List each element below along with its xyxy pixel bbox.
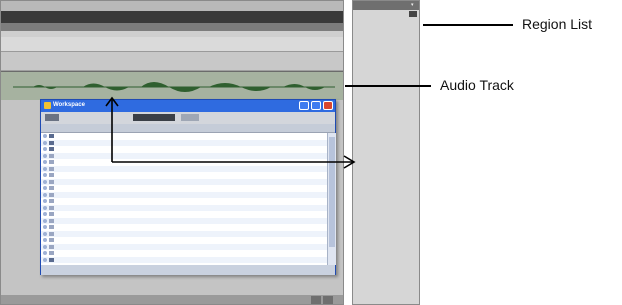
- filter-button[interactable]: [181, 114, 199, 121]
- region-list-callout-line: [423, 24, 513, 26]
- list-item[interactable]: [41, 256, 335, 263]
- region-list-header[interactable]: ▾: [353, 1, 419, 10]
- list-item[interactable]: [41, 191, 335, 198]
- selection-indicator[interactable]: [43, 173, 47, 177]
- timeline-ruler[interactable]: [1, 11, 343, 23]
- audio-file-icon: [49, 166, 54, 171]
- status-bar: [41, 265, 335, 275]
- empty-track-area: [1, 52, 343, 71]
- list-item[interactable]: [41, 152, 335, 159]
- selection-indicator[interactable]: [43, 244, 47, 249]
- selection-indicator[interactable]: [43, 251, 47, 255]
- ruler-bar: [1, 23, 343, 31]
- audio-file-icon: [49, 153, 54, 158]
- minimize-icon[interactable]: [299, 101, 309, 110]
- audio-file-icon: [49, 186, 54, 190]
- list-item[interactable]: [41, 230, 335, 237]
- menu-icon[interactable]: ▾: [411, 2, 414, 8]
- list-item[interactable]: [41, 250, 335, 256]
- list-item[interactable]: [41, 185, 335, 191]
- scrollbar-thumb[interactable]: [329, 137, 335, 247]
- horizontal-scrollbar[interactable]: [1, 295, 343, 304]
- selection-indicator[interactable]: [43, 225, 47, 229]
- selection-indicator[interactable]: [43, 205, 47, 210]
- scroll-left-button[interactable]: [311, 296, 321, 304]
- selection-indicator[interactable]: [43, 192, 47, 197]
- selection-indicator[interactable]: [43, 238, 47, 242]
- waveform-segment: [283, 84, 325, 90]
- selection-indicator[interactable]: [43, 134, 47, 138]
- window-titlebar[interactable]: Workspace: [41, 100, 335, 112]
- audio-file-icon: [49, 231, 54, 236]
- column-header: [41, 124, 335, 133]
- audio-file-icon: [49, 218, 54, 223]
- list-item[interactable]: [41, 211, 335, 217]
- audio-file-icon: [49, 192, 54, 197]
- selection-indicator[interactable]: [43, 140, 47, 145]
- waveform-segment: [141, 82, 201, 92]
- audio-file-icon: [49, 199, 54, 203]
- toolbar-strip: [1, 1, 343, 11]
- list-item[interactable]: [41, 178, 335, 185]
- selection-indicator[interactable]: [43, 186, 47, 190]
- audio-track[interactable]: [1, 71, 343, 101]
- folder-icon: [49, 257, 54, 262]
- selection-indicator[interactable]: [43, 166, 47, 171]
- file-list: [41, 133, 335, 265]
- selection-indicator[interactable]: [43, 153, 47, 158]
- selection-indicator[interactable]: [43, 257, 47, 262]
- selection-indicator[interactable]: [43, 212, 47, 216]
- audio-file-icon: [49, 225, 54, 229]
- region-list-panel: ▾: [352, 0, 420, 305]
- toolbar-button[interactable]: [45, 114, 59, 121]
- selection-indicator[interactable]: [43, 231, 47, 236]
- list-item[interactable]: [41, 165, 335, 172]
- list-item[interactable]: [41, 243, 335, 250]
- list-item[interactable]: [41, 217, 335, 224]
- region-marker-icon: [409, 11, 417, 17]
- selection-indicator[interactable]: [43, 160, 47, 164]
- window-title: Workspace: [53, 102, 85, 108]
- audio-file-icon: [49, 212, 54, 216]
- track-row[interactable]: [1, 37, 343, 52]
- list-item[interactable]: [41, 133, 335, 139]
- folder-icon: [49, 140, 54, 145]
- workspace-icon: [44, 102, 51, 109]
- list-item[interactable]: [41, 198, 335, 204]
- waveform-segment: [209, 83, 271, 91]
- list-item[interactable]: [41, 224, 335, 230]
- maximize-icon[interactable]: [311, 101, 321, 110]
- audio-file-icon: [49, 238, 54, 242]
- folder-icon: [49, 147, 54, 151]
- scroll-right-button[interactable]: [323, 296, 333, 304]
- selection-indicator[interactable]: [43, 218, 47, 223]
- list-item[interactable]: [41, 204, 335, 211]
- search-field[interactable]: [133, 114, 175, 121]
- waveform-segment: [33, 85, 57, 89]
- selection-indicator[interactable]: [43, 147, 47, 151]
- list-item[interactable]: [41, 159, 335, 165]
- audio-file-icon: [49, 160, 54, 164]
- audio-waveform[interactable]: [13, 76, 335, 98]
- list-item[interactable]: [41, 237, 335, 243]
- region-list-callout: Region List: [522, 16, 593, 32]
- audio-file-icon: [49, 205, 54, 210]
- selection-indicator[interactable]: [43, 179, 47, 184]
- folder-icon: [49, 134, 54, 138]
- audio-file-icon: [49, 173, 54, 177]
- audio-file-icon: [49, 179, 54, 184]
- audio-track-callout: Audio Track: [440, 77, 514, 93]
- audio-track-callout-line: [345, 85, 431, 87]
- selection-indicator[interactable]: [43, 199, 47, 203]
- close-icon[interactable]: [323, 101, 333, 110]
- waveform-segment: [83, 83, 129, 91]
- vertical-scrollbar[interactable]: [327, 133, 336, 265]
- list-item[interactable]: [41, 139, 335, 146]
- audio-file-icon: [49, 251, 54, 255]
- list-item[interactable]: [41, 146, 335, 152]
- list-item[interactable]: [41, 172, 335, 178]
- workspace-window: Workspace: [40, 99, 336, 275]
- audio-file-icon: [49, 244, 54, 249]
